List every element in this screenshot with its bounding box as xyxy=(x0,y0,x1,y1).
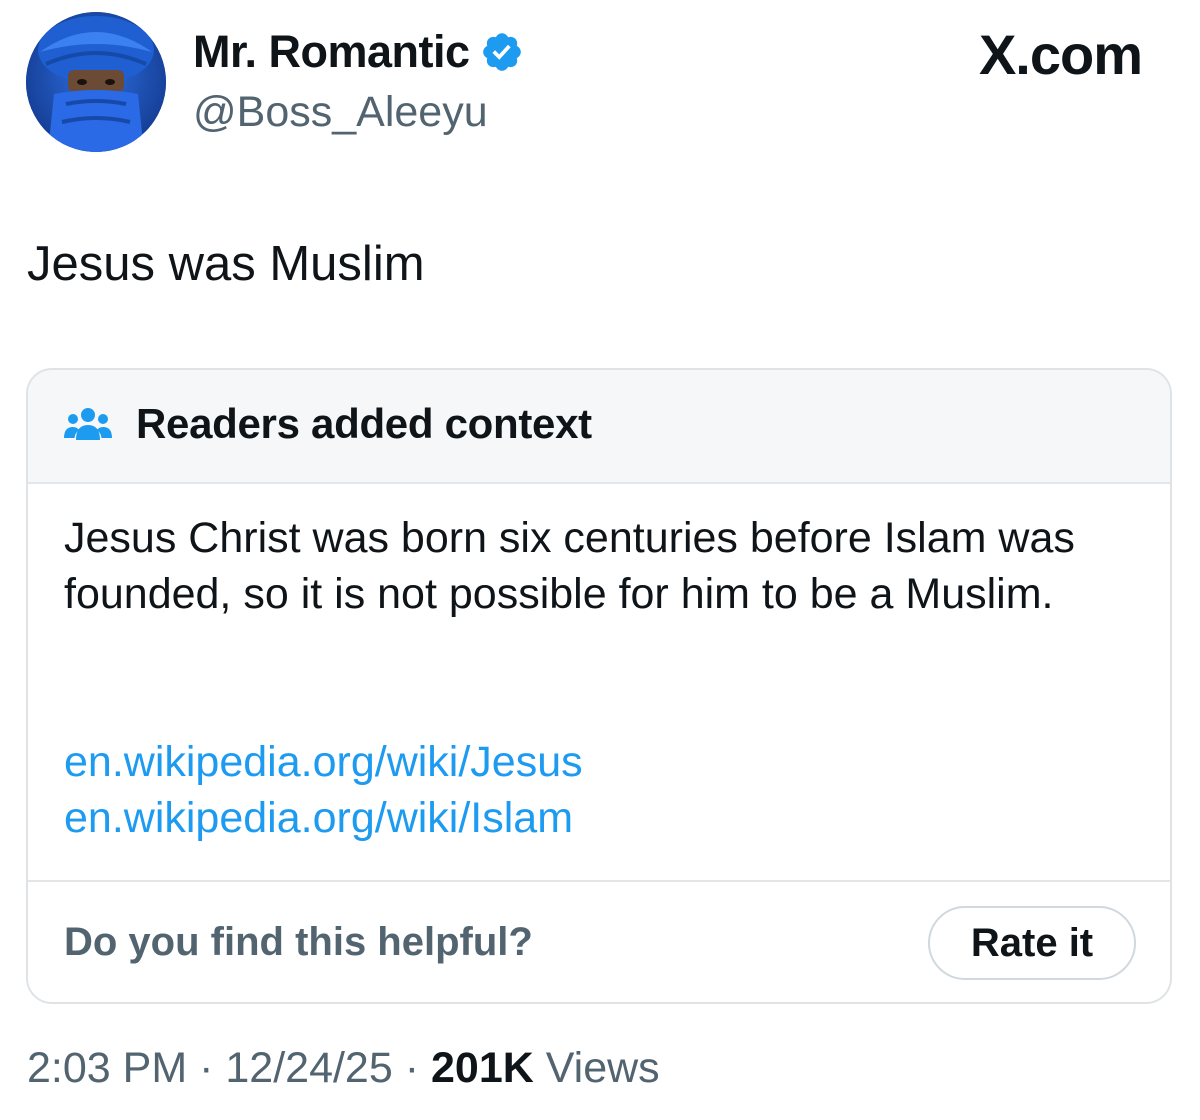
rate-it-button[interactable]: Rate it xyxy=(928,906,1136,980)
helpful-question: Do you find this helpful? xyxy=(64,920,533,964)
author-name[interactable]: Mr. Romantic xyxy=(193,26,470,78)
note-footer: Do you find this helpful? Rate it xyxy=(28,880,1170,1002)
author-name-row[interactable]: Mr. Romantic xyxy=(193,26,524,78)
tweet: Mr. Romantic @Boss_Aleeyu X.com Jesus wa… xyxy=(0,0,1200,1120)
tweet-date[interactable]: 12/24/25 xyxy=(225,1044,392,1092)
views-count: 201K xyxy=(431,1044,534,1092)
people-icon xyxy=(64,406,112,446)
avatar-image xyxy=(26,12,166,152)
community-note: Readers added context Jesus Christ was b… xyxy=(26,368,1172,1004)
author-handle[interactable]: @Boss_Aleeyu xyxy=(193,88,488,137)
note-link-jesus[interactable]: en.wikipedia.org/wiki/Jesus xyxy=(64,734,583,790)
note-header: Readers added context xyxy=(28,370,1170,484)
note-title: Readers added context xyxy=(136,400,592,447)
note-body: Jesus Christ was born six centuries befo… xyxy=(64,514,1075,618)
meta-separator: · xyxy=(404,1044,420,1092)
tweet-text: Jesus was Muslim xyxy=(27,237,425,291)
site-watermark: X.com xyxy=(978,23,1143,86)
tweet-time[interactable]: 2:03 PM xyxy=(27,1044,187,1092)
views-label: Views xyxy=(545,1044,660,1092)
verified-badge-icon xyxy=(480,30,524,74)
tweet-meta: 2:03 PM · 12/24/25 · 201K Views xyxy=(27,1044,660,1093)
note-link-islam[interactable]: en.wikipedia.org/wiki/Islam xyxy=(64,790,583,846)
meta-separator: · xyxy=(199,1044,214,1092)
avatar[interactable] xyxy=(26,12,166,152)
note-links: en.wikipedia.org/wiki/Jesus en.wikipedia… xyxy=(64,734,583,846)
